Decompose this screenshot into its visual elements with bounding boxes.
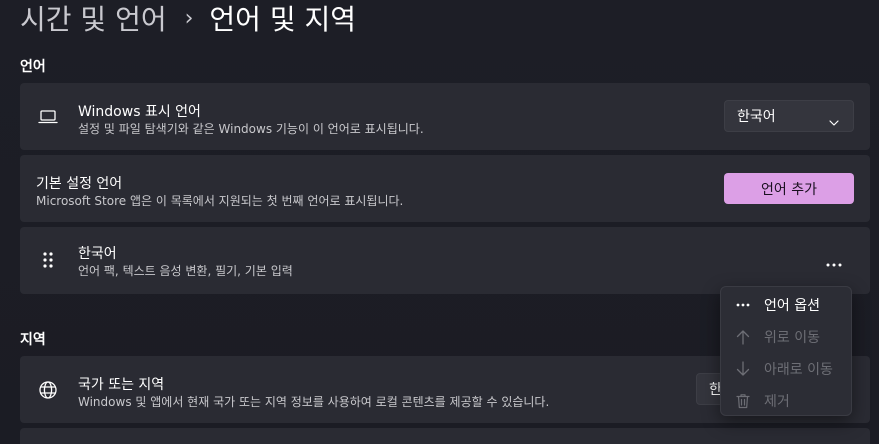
more-icon [826, 252, 842, 271]
preferred-languages-title: 기본 설정 언어 [36, 176, 123, 192]
language-item-title: 한국어 [78, 246, 117, 262]
country-region-description: Windows 및 앱에서 현재 국가 또는 지역 정보를 사용하여 로컬 콘텐… [78, 395, 550, 409]
drag-handle-icon[interactable] [37, 249, 59, 271]
language-item-description: 언어 팩, 텍스트 음성 변환, 필기, 기본 입력 [78, 264, 293, 278]
section-label-language: 언어 [20, 59, 46, 75]
more-icon [735, 297, 751, 313]
breadcrumb: 시간 및 언어 › 언어 및 지역 [20, 0, 356, 40]
arrow-down-icon [735, 361, 751, 377]
section-label-region: 지역 [20, 332, 46, 348]
display-language-dropdown[interactable]: 한국어 [724, 100, 854, 132]
language-list-item: 한국어 언어 팩, 텍스트 음성 변환, 필기, 기본 입력 [20, 227, 870, 294]
preferred-languages-card: 기본 설정 언어 Microsoft Store 앱은 이 목록에서 지원되는 … [20, 155, 870, 222]
preferred-languages-description: Microsoft Store 앱은 이 목록에서 지원되는 첫 번째 언어로 … [36, 194, 404, 208]
menu-item-label: 제거 [764, 394, 790, 410]
menu-item-move-down[interactable]: 아래로 이동 [721, 353, 851, 385]
menu-item-remove[interactable]: 제거 [721, 385, 851, 417]
menu-item-label: 아래로 이동 [764, 362, 833, 378]
menu-item-language-options[interactable]: 언어 옵션 [721, 289, 851, 321]
display-language-description: 설정 및 파일 탐색기와 같은 Windows 기능이 이 언어로 표시됩니다. [78, 122, 424, 136]
menu-item-label: 위로 이동 [764, 330, 820, 346]
trash-icon [735, 393, 751, 409]
globe-icon [37, 379, 59, 401]
display-language-value: 한국어 [737, 109, 776, 125]
country-region-title: 국가 또는 지역 [78, 377, 165, 393]
more-options-button[interactable] [820, 249, 848, 273]
laptop-icon [37, 106, 59, 128]
language-context-menu: 언어 옵션 위로 이동 아래로 이동 제거 [720, 286, 852, 416]
settings-page: 시간 및 언어 › 언어 및 지역 언어 Windows 표시 언어 설정 및 … [0, 0, 879, 444]
menu-item-label: 언어 옵션 [764, 298, 820, 314]
breadcrumb-separator: › [184, 5, 194, 31]
display-language-title: Windows 표시 언어 [78, 104, 201, 120]
menu-item-move-up[interactable]: 위로 이동 [721, 321, 851, 353]
breadcrumb-parent[interactable]: 시간 및 언어 [20, 0, 167, 38]
display-language-card: Windows 표시 언어 설정 및 파일 탐색기와 같은 Windows 기능… [20, 83, 870, 150]
page-title: 언어 및 지역 [209, 3, 357, 36]
chevron-down-icon [829, 112, 839, 131]
next-settings-card[interactable] [20, 428, 870, 444]
add-language-button[interactable]: 언어 추가 [724, 173, 854, 204]
arrow-up-icon [735, 329, 751, 345]
